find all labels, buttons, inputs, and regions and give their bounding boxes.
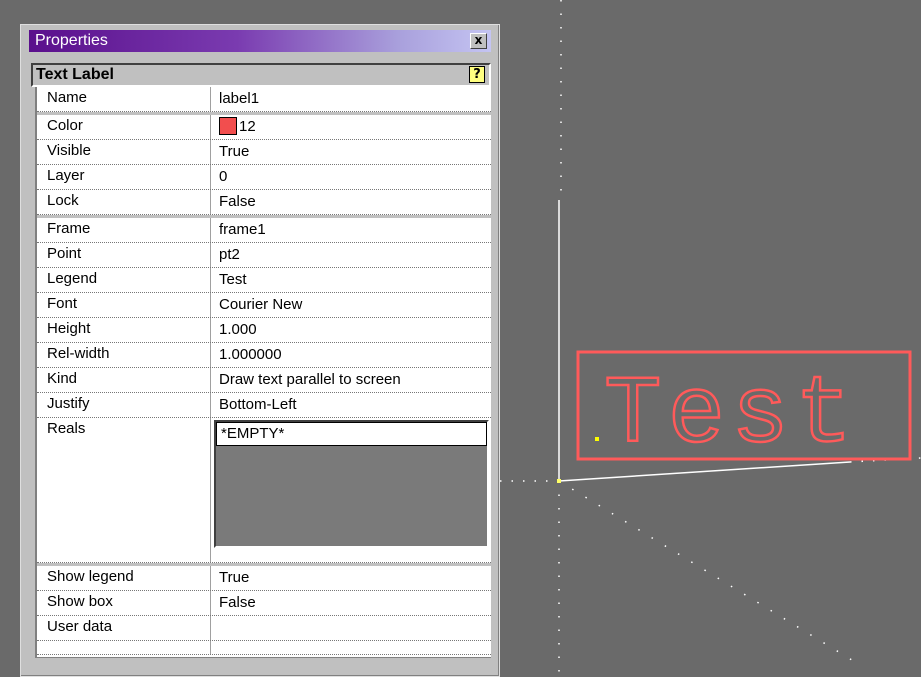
property-row-font[interactable]: Font Courier New [37, 293, 491, 318]
property-row-rel-width[interactable]: Rel-width 1.000000 [37, 343, 491, 368]
property-row-show-box[interactable]: Show box False [37, 591, 491, 616]
property-value[interactable]: Courier New [212, 293, 491, 317]
property-row-kind[interactable]: Kind Draw text parallel to screen [37, 368, 491, 393]
property-label: User data [37, 616, 211, 640]
close-icon: x [474, 33, 483, 47]
color-index: 12 [239, 118, 256, 135]
property-row-name[interactable]: Name label1 [37, 87, 491, 112]
property-label: Name [37, 87, 211, 111]
list-item[interactable]: *EMPTY* [216, 422, 487, 446]
property-label: Lock [37, 190, 211, 214]
color-swatch [219, 117, 237, 135]
property-value[interactable]: label1 [212, 87, 491, 111]
property-row-legend[interactable]: Legend Test [37, 268, 491, 293]
property-value: *EMPTY* [212, 418, 491, 562]
property-row-lock[interactable]: Lock False [37, 190, 491, 215]
property-value[interactable]: 1.000000 [212, 343, 491, 367]
property-label: Kind [37, 368, 211, 392]
property-label: Height [37, 318, 211, 342]
property-value[interactable]: 0 [212, 165, 491, 189]
property-label: Rel-width [37, 343, 211, 367]
property-label: Layer [37, 165, 211, 189]
property-row-user-data[interactable]: User data [37, 616, 491, 641]
property-label: Legend [37, 268, 211, 292]
property-row-point[interactable]: Point pt2 [37, 243, 491, 268]
property-label: Reals [37, 418, 211, 562]
origin-point [557, 479, 561, 483]
property-grid: Name label1 Color 12 Visible True Layer … [35, 87, 491, 670]
property-row-visible[interactable]: Visible True [37, 140, 491, 165]
property-value[interactable]: frame1 [212, 218, 491, 242]
property-value[interactable]: Draw text parallel to screen [212, 368, 491, 392]
property-label: Font [37, 293, 211, 317]
property-value[interactable]: True [212, 140, 491, 164]
property-value[interactable]: Test [212, 268, 491, 292]
property-value[interactable]: True [212, 566, 491, 590]
close-button[interactable]: x [470, 33, 487, 49]
property-value[interactable]: 12 [212, 115, 491, 139]
property-label: Visible [37, 140, 211, 164]
window-titlebar[interactable]: Properties x [29, 30, 491, 52]
property-row-show-legend[interactable]: Show legend True [37, 563, 491, 591]
window-title: Properties [35, 32, 108, 49]
property-label: Point [37, 243, 211, 267]
object-type-header: Text Label ? [31, 63, 491, 87]
property-value[interactable]: False [212, 190, 491, 214]
panel-title: Text Label [36, 66, 114, 83]
horizontal-scrollbar[interactable] [35, 657, 491, 671]
property-row-frame[interactable]: Frame frame1 [37, 215, 491, 243]
property-value[interactable]: 1.000 [212, 318, 491, 342]
property-row-empty [37, 641, 491, 655]
property-label: Justify [37, 393, 211, 417]
property-value[interactable]: pt2 [212, 243, 491, 267]
axis-diagonal-dotted [558, 480, 861, 666]
property-value[interactable]: False [212, 591, 491, 615]
property-label: Show legend [37, 566, 211, 590]
property-row-color[interactable]: Color 12 [37, 112, 491, 140]
property-row-layer[interactable]: Layer 0 [37, 165, 491, 190]
properties-window: Properties x Text Label ? Name label1 Co… [20, 24, 500, 677]
label-text: Test [604, 361, 858, 470]
property-row-justify[interactable]: Justify Bottom-Left [37, 393, 491, 418]
help-icon[interactable]: ? [469, 66, 485, 83]
property-label: Frame [37, 218, 211, 242]
property-row-reals[interactable]: Reals *EMPTY* [37, 418, 491, 563]
label-anchor-point [595, 437, 599, 441]
property-value[interactable] [212, 616, 491, 640]
property-label [37, 641, 211, 654]
reals-list[interactable]: *EMPTY* [214, 420, 489, 548]
property-label: Color [37, 115, 211, 139]
property-row-height[interactable]: Height 1.000 [37, 318, 491, 343]
property-value[interactable]: Bottom-Left [212, 393, 491, 417]
property-label: Show box [37, 591, 211, 615]
